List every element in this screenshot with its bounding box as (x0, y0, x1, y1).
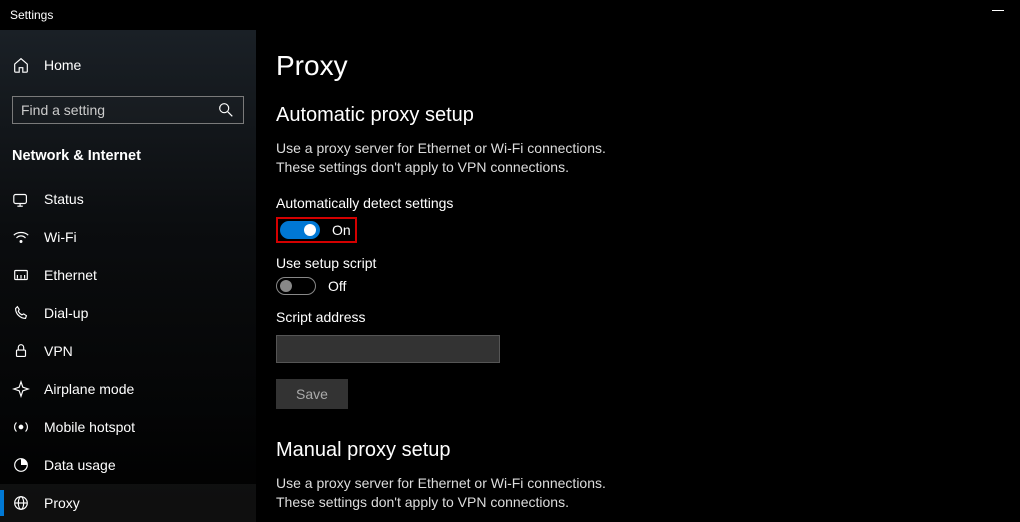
hotspot-icon (12, 418, 30, 436)
sidebar-item-label: Mobile hotspot (44, 419, 135, 435)
automatic-desc: Use a proxy server for Ethernet or Wi-Fi… (276, 139, 636, 177)
sidebar-item-label: Ethernet (44, 267, 97, 283)
sidebar-item-hotspot[interactable]: Mobile hotspot (0, 408, 256, 446)
status-icon (12, 190, 30, 208)
highlight-annotation: On (276, 217, 357, 243)
sidebar-item-ethernet[interactable]: Ethernet (0, 256, 256, 294)
sidebar-item-datausage[interactable]: Data usage (0, 446, 256, 484)
sidebar-item-label: VPN (44, 343, 73, 359)
main-panel: Proxy Automatic proxy setup Use a proxy … (256, 30, 1020, 522)
auto-detect-state: On (332, 222, 351, 238)
search-input[interactable] (21, 102, 217, 118)
sidebar-item-proxy[interactable]: Proxy (0, 484, 256, 522)
sidebar-item-label: Airplane mode (44, 381, 134, 397)
airplane-icon (12, 380, 30, 398)
script-address-input[interactable] (276, 335, 500, 363)
dialup-icon (12, 304, 30, 322)
sidebar-item-wifi[interactable]: Wi-Fi (0, 218, 256, 256)
page-title: Proxy (276, 50, 1020, 82)
sidebar-item-vpn[interactable]: VPN (0, 332, 256, 370)
search-icon (217, 101, 235, 119)
search-box[interactable] (12, 96, 244, 124)
save-button[interactable]: Save (276, 379, 348, 409)
sidebar-item-label: Dial-up (44, 305, 88, 321)
sidebar-item-label: Proxy (44, 495, 80, 511)
setup-script-toggle[interactable] (276, 277, 316, 295)
sidebar-item-airplane[interactable]: Airplane mode (0, 370, 256, 408)
sidebar-item-label: Data usage (44, 457, 116, 473)
home-icon (12, 56, 30, 74)
proxy-icon (12, 494, 30, 512)
wifi-icon (12, 228, 30, 246)
sidebar-item-dialup[interactable]: Dial-up (0, 294, 256, 332)
auto-detect-label: Automatically detect settings (276, 195, 1020, 211)
sidebar-item-status[interactable]: Status (0, 180, 256, 218)
manual-heading: Manual proxy setup (276, 439, 1020, 462)
automatic-proxy-section: Automatic proxy setup Use a proxy server… (276, 104, 1020, 409)
sidebar-item-label: Status (44, 191, 84, 207)
automatic-heading: Automatic proxy setup (276, 104, 1020, 127)
manual-proxy-section: Manual proxy setup Use a proxy server fo… (276, 439, 1020, 522)
minimize-icon[interactable] (992, 10, 1004, 11)
ethernet-icon (12, 266, 30, 284)
sidebar: Home Network & Internet Status Wi-Fi (0, 30, 256, 522)
vpn-icon (12, 342, 30, 360)
data-usage-icon (12, 456, 30, 474)
sidebar-home-label: Home (44, 57, 81, 73)
manual-desc: Use a proxy server for Ethernet or Wi-Fi… (276, 474, 636, 512)
script-address-label: Script address (276, 309, 1020, 325)
setup-script-label: Use setup script (276, 255, 1020, 271)
window-title: Settings (10, 8, 53, 22)
auto-detect-toggle[interactable] (280, 221, 320, 239)
sidebar-item-label: Wi-Fi (44, 229, 77, 245)
window-titlebar: Settings (0, 0, 1020, 30)
sidebar-home[interactable]: Home (0, 48, 256, 82)
sidebar-category: Network & Internet (12, 148, 256, 164)
setup-script-state: Off (328, 278, 346, 294)
sidebar-navlist: Status Wi-Fi Ethernet Dial-up (0, 180, 256, 522)
